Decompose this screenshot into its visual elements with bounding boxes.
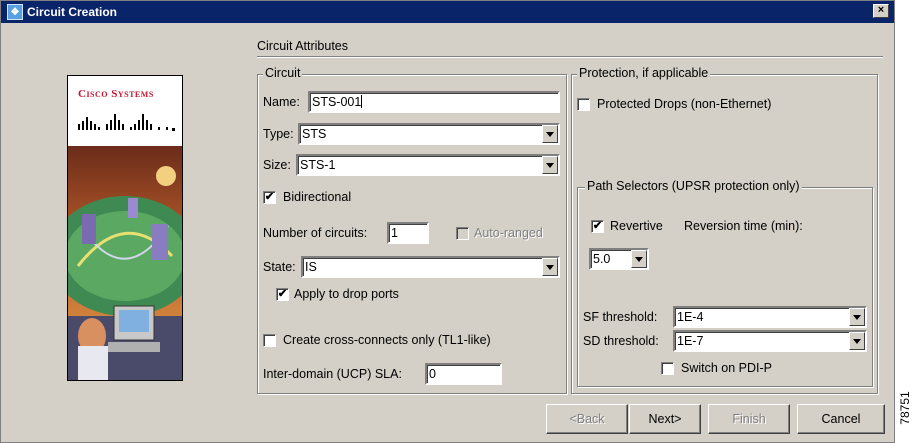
switch-pdi-label: Switch on PDI-P — [681, 361, 773, 375]
circuit-creation-window: ❖ Circuit Creation × Cisco Systems Circu… — [0, 0, 895, 443]
reversion-time-label: Reversion time (min): — [684, 219, 803, 233]
chevron-down-icon[interactable] — [849, 332, 865, 350]
brand-panel: Cisco Systems — [67, 75, 183, 381]
sd-threshold-label: SD threshold: — [583, 334, 659, 348]
name-label: Name: — [263, 95, 300, 109]
figure-number: 78751 — [897, 378, 913, 438]
revertive-checkbox[interactable]: ✔ — [591, 220, 604, 233]
path-selectors-title: Path Selectors (UPSR protection only) — [585, 179, 802, 193]
size-select[interactable]: STS-1 — [296, 154, 560, 176]
finish-button: Finish — [708, 404, 790, 434]
protection-group-title: Protection, if applicable — [577, 66, 711, 80]
size-label: Size: — [263, 158, 291, 172]
reversion-time-value: 5.0 — [593, 252, 611, 266]
num-circuits-label: Number of circuits: — [263, 226, 368, 240]
cross-connects-label: Create cross-connects only (TL1-like) — [283, 333, 491, 347]
protected-drops-checkbox[interactable] — [577, 98, 590, 111]
network-illustration — [68, 146, 182, 380]
app-icon: ❖ — [7, 4, 23, 20]
chevron-down-icon[interactable] — [542, 258, 558, 276]
state-value: IS — [305, 260, 317, 274]
window-title: Circuit Creation — [27, 5, 118, 19]
protected-drops-label: Protected Drops (non-Ethernet) — [597, 97, 772, 111]
size-value: STS-1 — [300, 158, 336, 172]
next-button[interactable]: Next> — [629, 404, 701, 434]
type-value: STS — [302, 127, 327, 141]
sd-threshold-select[interactable]: 1E-7 — [673, 330, 867, 352]
cross-connects-checkbox[interactable] — [263, 334, 276, 347]
chevron-down-icon[interactable] — [631, 250, 647, 268]
bidirectional-checkbox[interactable]: ✔ — [263, 191, 276, 204]
bridge-logo-icon — [78, 114, 175, 131]
type-select[interactable]: STS — [298, 123, 560, 145]
figure-number-text: 78751 — [898, 391, 912, 425]
apply-drop-checkbox[interactable]: ✔ — [276, 288, 289, 301]
cancel-button[interactable]: Cancel — [797, 404, 885, 434]
apply-drop-label: Apply to drop ports — [294, 287, 399, 301]
sla-field[interactable]: 0 — [425, 363, 502, 385]
name-field[interactable]: STS-001 — [308, 91, 560, 113]
num-circuits-field[interactable]: 1 — [387, 222, 429, 244]
switch-pdi-checkbox[interactable] — [661, 362, 674, 375]
section-divider — [257, 56, 883, 58]
reversion-time-select[interactable]: 5.0 — [589, 248, 649, 270]
sla-label: Inter-domain (UCP) SLA: — [263, 367, 402, 381]
path-selectors-group — [577, 187, 873, 387]
back-button: <Back — [546, 404, 628, 434]
brand-name: Cisco Systems — [78, 88, 154, 100]
chevron-down-icon[interactable] — [542, 125, 558, 143]
circuit-group-title: Circuit — [263, 66, 303, 80]
sf-threshold-label: SF threshold: — [583, 310, 658, 324]
num-circuits-value: 1 — [391, 226, 398, 240]
title-bar[interactable]: ❖ Circuit Creation × — [1, 1, 894, 23]
state-select[interactable]: IS — [301, 256, 560, 278]
state-label: State: — [263, 260, 296, 274]
type-label: Type: — [263, 127, 294, 141]
auto-ranged-checkbox — [456, 227, 469, 240]
auto-ranged-label: Auto-ranged — [474, 226, 543, 240]
chevron-down-icon[interactable] — [849, 308, 865, 326]
section-title: Circuit Attributes — [257, 39, 349, 53]
sla-value: 0 — [429, 367, 436, 381]
text-cursor — [361, 95, 363, 108]
close-button[interactable]: × — [873, 4, 889, 18]
brand-logo: Cisco Systems — [68, 76, 182, 146]
sd-threshold-value: 1E-7 — [677, 334, 704, 348]
chevron-down-icon[interactable] — [542, 156, 558, 174]
sf-threshold-value: 1E-4 — [677, 310, 704, 324]
revertive-label: Revertive — [610, 219, 663, 233]
sf-threshold-select[interactable]: 1E-4 — [673, 306, 867, 328]
bidirectional-label: Bidirectional — [283, 190, 352, 204]
name-value: STS-001 — [312, 95, 362, 109]
